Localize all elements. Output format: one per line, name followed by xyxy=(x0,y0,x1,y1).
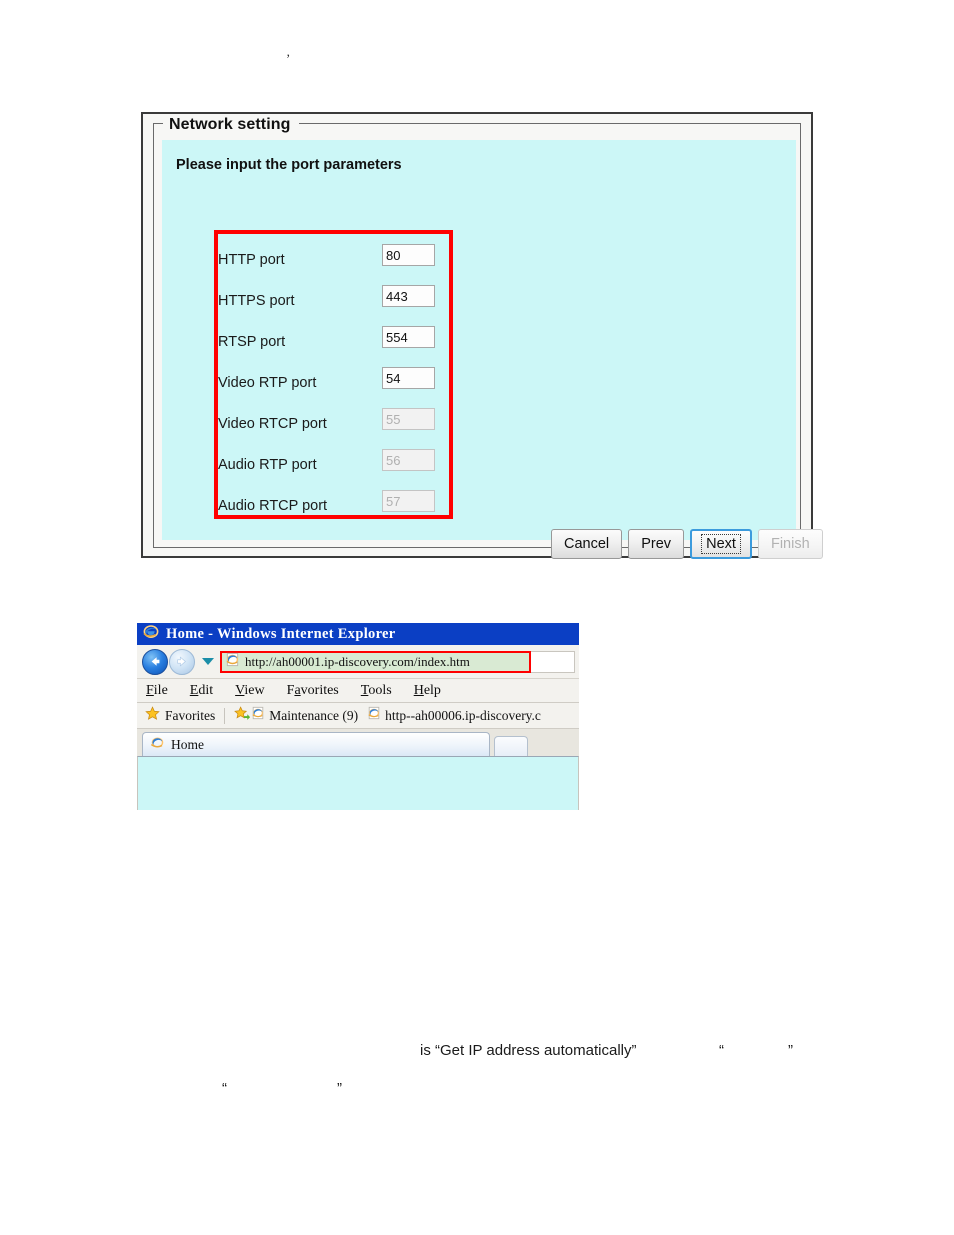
video-rtcp-port-input xyxy=(382,408,435,430)
favorites-star-icon[interactable] xyxy=(145,705,160,726)
favorite-item-maintenance[interactable]: Maintenance (9) xyxy=(251,706,358,725)
recent-pages-chevron-down-icon[interactable] xyxy=(202,658,214,665)
favorites-label[interactable]: Favorites xyxy=(165,708,215,724)
internet-explorer-window: Home - Windows Internet Explorer http://… xyxy=(137,623,579,810)
favorite-favicon-icon xyxy=(251,706,265,725)
fieldset-legend: Network setting xyxy=(163,116,299,134)
prev-button[interactable]: Prev xyxy=(628,529,685,559)
new-tab-button[interactable] xyxy=(494,736,528,756)
tab-bar: Home xyxy=(137,729,579,756)
favorite-label: http--ah00006.ip-discovery.c xyxy=(385,707,541,723)
port-label-rtsp: RTSP port xyxy=(218,334,286,351)
next-button-label: Next xyxy=(701,534,741,554)
audio-rtcp-port-input xyxy=(382,490,435,512)
back-arrow-icon xyxy=(151,657,160,666)
port-row: Audio RTP port xyxy=(218,445,449,486)
favorite-favicon-icon xyxy=(367,706,381,725)
quote-close-1: ” xyxy=(788,1042,793,1059)
page-content-area xyxy=(137,756,579,810)
favorites-bar: Favorites Maintenance (9) http--ah00006.… xyxy=(137,703,579,729)
favorites-divider xyxy=(224,707,226,724)
ie-logo-icon xyxy=(143,624,159,644)
port-row: Audio RTCP port xyxy=(218,486,449,527)
menu-bar: File Edit View Favorites Tools Help xyxy=(137,679,579,703)
port-label-video-rtp: Video RTP port xyxy=(218,375,317,392)
address-bar[interactable]: http://ah00001.ip-discovery.com/index.ht… xyxy=(220,650,531,673)
favorite-label: Maintenance (9) xyxy=(269,707,359,723)
video-rtp-port-input[interactable] xyxy=(382,367,435,389)
menu-item-file[interactable]: File xyxy=(146,683,168,699)
tab-favicon-icon xyxy=(150,735,165,755)
port-label-video-rtcp: Video RTCP port xyxy=(218,416,327,433)
menu-item-help[interactable]: Help xyxy=(414,683,441,699)
finish-button: Finish xyxy=(757,529,823,559)
network-setting-dialog: Network setting Please input the port pa… xyxy=(141,112,823,559)
menu-item-view[interactable]: View xyxy=(235,683,265,699)
menu-item-edit[interactable]: Edit xyxy=(190,683,213,699)
port-row: RTSP port xyxy=(218,322,449,363)
https-port-input[interactable] xyxy=(382,285,435,307)
auto-ip-text: is “Get IP address automatically” xyxy=(420,1042,637,1059)
port-label-audio-rtcp: Audio RTCP port xyxy=(218,498,328,515)
menu-item-favorites[interactable]: Favorites xyxy=(287,683,339,699)
quote-open-2: “ xyxy=(222,1080,227,1097)
port-label-audio-rtp: Audio RTP port xyxy=(218,457,317,474)
panel-title: Please input the port parameters xyxy=(176,157,402,173)
quote-close-2: ” xyxy=(337,1080,342,1097)
quote-open-1: “ xyxy=(719,1042,724,1059)
back-button[interactable] xyxy=(142,648,168,675)
navigation-bar: http://ah00001.ip-discovery.com/index.ht… xyxy=(137,645,579,679)
tab-home[interactable]: Home xyxy=(142,732,490,756)
port-label-https: HTTPS port xyxy=(218,293,295,310)
title-bar: Home - Windows Internet Explorer xyxy=(137,623,579,645)
window-title: Home - Windows Internet Explorer xyxy=(166,625,396,642)
wizard-button-bar: Cancel Prev Next Finish xyxy=(551,529,823,559)
audio-rtp-port-input xyxy=(382,449,435,471)
forward-arrow-icon xyxy=(177,656,186,667)
port-row: HTTP port xyxy=(218,240,449,281)
rtsp-port-input[interactable] xyxy=(382,326,435,348)
port-label-http: HTTP port xyxy=(218,252,285,269)
port-fields-group: HTTP port HTTPS port RTSP port Video RTP… xyxy=(218,234,449,515)
dialog-panel: Please input the port parameters HTTP po… xyxy=(162,140,823,559)
port-row: Video RTP port xyxy=(218,363,449,404)
favorite-item-ah00006[interactable]: http--ah00006.ip-discovery.c xyxy=(367,706,541,725)
address-text: http://ah00001.ip-discovery.com/index.ht… xyxy=(245,653,470,669)
port-row: HTTPS port xyxy=(218,281,449,322)
port-row: Video RTCP port xyxy=(218,404,449,445)
stray-mark: ’ xyxy=(286,51,291,66)
forward-button[interactable] xyxy=(169,648,195,675)
address-bar-tail xyxy=(531,650,575,673)
add-to-favorites-bar-icon[interactable] xyxy=(234,705,251,726)
tab-label: Home xyxy=(171,736,204,752)
cancel-button[interactable]: Cancel xyxy=(551,529,623,559)
next-button[interactable]: Next xyxy=(690,529,752,559)
menu-item-tools[interactable]: Tools xyxy=(361,683,392,699)
http-port-input[interactable] xyxy=(382,244,435,266)
page-favicon-icon xyxy=(225,652,240,672)
